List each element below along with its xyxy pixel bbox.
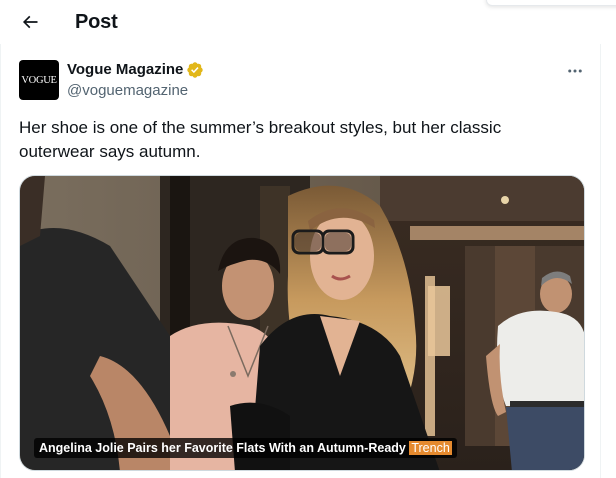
media-caption-highlight: Trench (409, 441, 452, 455)
more-horizontal-icon (568, 69, 582, 73)
media-caption: Angelina Jolie Pairs her Favorite Flats … (34, 438, 457, 458)
author-avatar[interactable]: VOGUE (19, 60, 59, 100)
tweet-photo (20, 176, 584, 470)
back-button[interactable] (14, 6, 46, 38)
author-handle[interactable]: @voguemagazine (67, 82, 188, 99)
tweet-text: Her shoe is one of the summer’s breakout… (19, 118, 502, 161)
arrow-left-icon (22, 15, 38, 29)
avatar-logo-text: VOGUE (21, 74, 57, 86)
column-divider-right (600, 44, 601, 478)
media-caption-text: Angelina Jolie Pairs her Favorite Flats … (39, 441, 410, 455)
page-title: Post (75, 11, 118, 33)
more-options-button[interactable] (562, 58, 588, 84)
tweet-media-card[interactable]: Angelina Jolie Pairs her Favorite Flats … (19, 175, 585, 471)
author-name[interactable]: Vogue Magazine (67, 61, 183, 78)
page-header: Post (0, 0, 616, 44)
column-divider-left (0, 44, 1, 478)
verified-badge-icon[interactable] (186, 61, 204, 79)
